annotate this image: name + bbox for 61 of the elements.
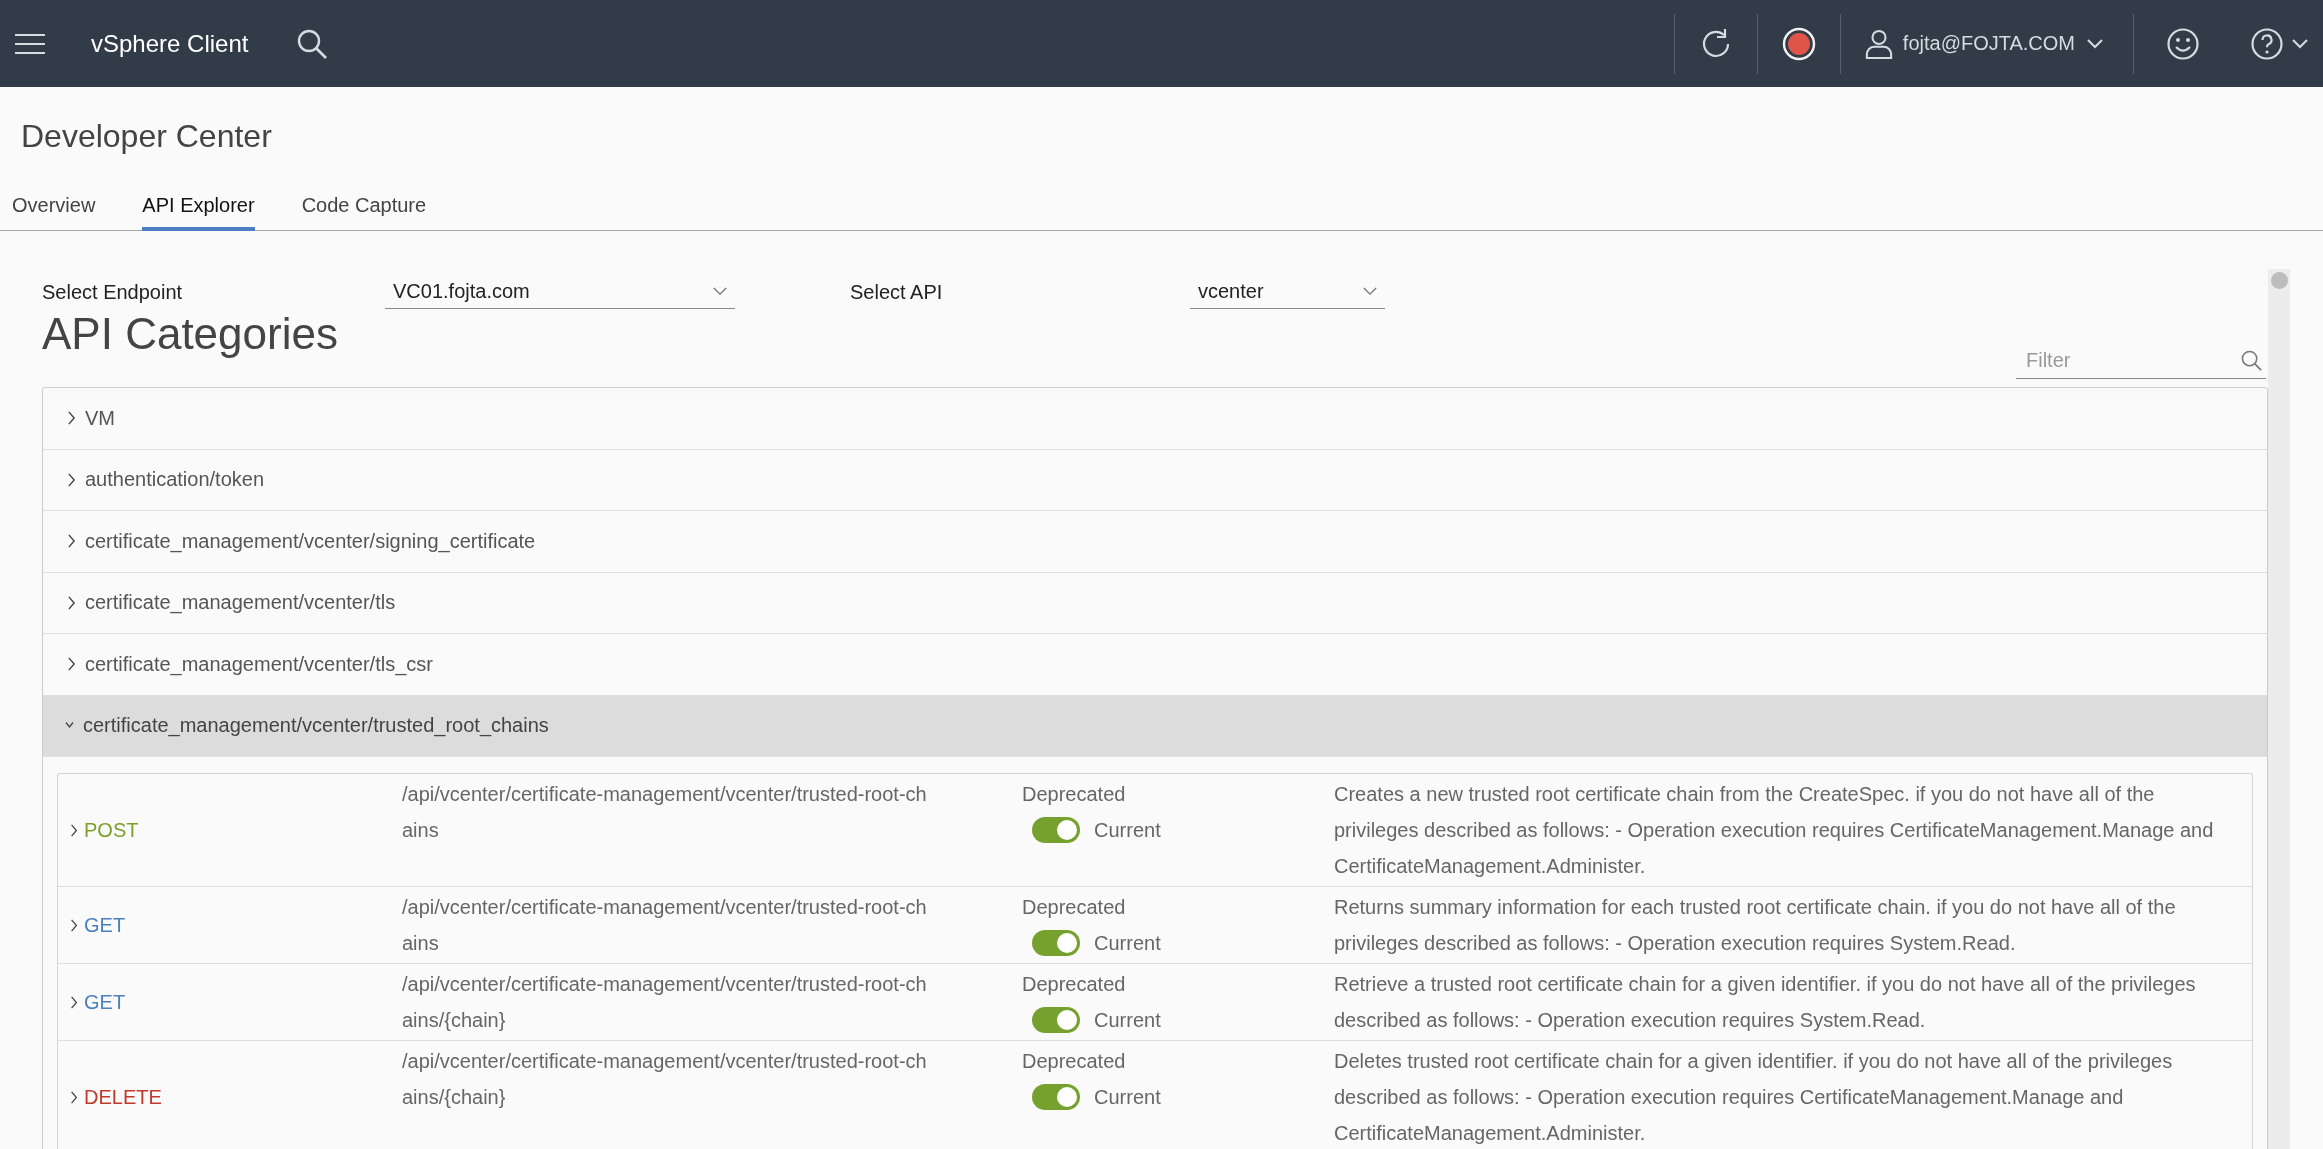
toggle-label: Current [1094,931,1161,956]
chevron-icon[interactable] [70,918,78,932]
caret-icon[interactable] [713,287,727,296]
endpoint-path: /api/vcenter/certificate-management/vcenter/trusted-root-chains [402,895,928,956]
tab[interactable]: Code Capture [301,194,427,231]
app-title: vSphere Client [91,29,249,58]
filter-field[interactable]: Filter [2016,343,2266,379]
category-row[interactable]: certificate_management/vcenter/tls_csr [43,634,2267,696]
search-icon[interactable] [296,27,329,60]
user-icon[interactable] [1864,28,1893,59]
smiley-icon[interactable] [2166,26,2200,61]
scrollbar[interactable] [2268,269,2290,1149]
toggle-switch[interactable] [1032,1084,1080,1110]
search-icon [2241,350,2262,371]
endpoint-path: /api/vcenter/certificate-management/vcenter/trusted-root-chains/{chain} [402,1049,928,1110]
operation-description: Creates a new trusted root certificate chain from the CreateSpec. if you do not have all of the privileges described as follows: - Operation execution requires CertificateManagement.Manage and CertificateManagement.Administer. [1334,782,2215,879]
chevron-icon[interactable] [70,1090,78,1104]
operation-description: Returns summary information for each trusted root certificate chain. if you do not have all of the privileges described as follows: - Operation execution requires System.Read. [1334,895,2177,956]
toggle-switch[interactable] [1032,817,1080,843]
operation-description: Deletes trusted root certificate chain for a given identifier. if you do not have all of the privileges described as follows: - Operation execution requires CertificateManagement.Manage and CertificateManagement.Administer. [1334,1049,2174,1146]
chevron-icon [67,411,76,426]
toggle-label: Current [1094,1008,1161,1033]
chevron-icon [67,472,76,487]
operation-description: Retrieve a trusted root certificate chain for a given identifier. if you do not have all of the privileges described as follows: - Operation execution requires System.Read. [1334,972,2197,1033]
toggle-label: Current [1094,1085,1161,1110]
http-method: POST [84,818,139,843]
chevron-icon [67,534,76,549]
help-icon[interactable] [2250,26,2284,61]
chevron-icon [67,657,76,672]
toggle-label: Deprecated [1022,782,1126,807]
toggle-label: Current [1094,818,1161,843]
category-row[interactable]: certificate_management/vcenter/trusted_root_chains [43,695,2267,757]
user-name[interactable]: fojta@FOJTA.COM [1902,32,2075,55]
select-label: Select API [850,280,944,304]
http-method: DELETE [84,1085,162,1110]
category-row[interactable]: certificate_management/vcenter/signing_certificate [43,511,2267,573]
select-dropdown[interactable]: VC01.fojta.com [385,275,735,309]
category-row[interactable]: certificate_management/vcenter/tls [43,572,2267,634]
chevron-icon[interactable] [70,995,78,1009]
record-icon[interactable] [1781,26,1816,61]
caret-icon[interactable] [1363,287,1377,296]
endpoint-path: /api/vcenter/certificate-management/vcenter/trusted-root-chains/{chain} [402,972,928,1033]
endpoint-path: /api/vcenter/certificate-management/vcenter/trusted-root-chains [402,782,928,843]
select-dropdown[interactable]: vcenter [1190,275,1385,309]
chevron-icon[interactable] [70,823,78,837]
toggle-label: Deprecated [1022,895,1126,920]
toggle-label: Deprecated [1022,1049,1126,1074]
section-title: API Categories [42,309,338,360]
category-row[interactable]: VM [43,388,2267,450]
page-title: Developer Center [20,117,273,156]
http-method: GET [84,913,126,938]
http-method: GET [84,990,126,1015]
toggle-switch[interactable] [1032,930,1080,956]
select-label: Select Endpoint [42,280,184,304]
chevron-icon [67,595,76,610]
menu-icon[interactable] [15,32,45,55]
category-row[interactable]: authentication/token [43,449,2267,511]
toggle-switch[interactable] [1032,1007,1080,1033]
tab[interactable]: Overview [12,194,96,231]
tab[interactable]: API Explorer [142,194,255,231]
toggle-label: Deprecated [1022,972,1126,997]
